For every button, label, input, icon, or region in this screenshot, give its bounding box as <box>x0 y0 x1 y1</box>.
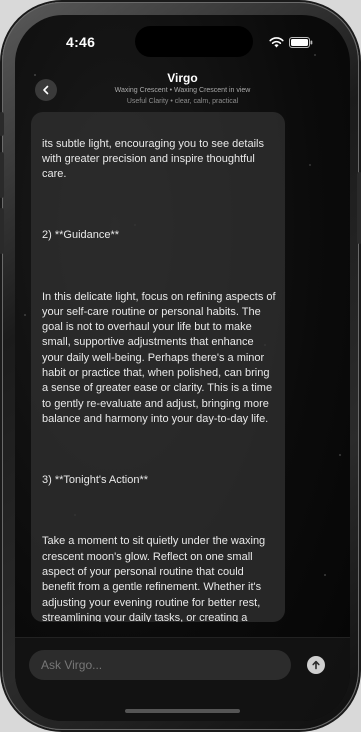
message-heading-guidance: 2) **Guidance** <box>42 229 120 242</box>
status-bar: 4:46 <box>15 15 350 67</box>
composer-bar <box>15 637 350 721</box>
assistant-message-bubble: its subtle light, encouraging you to see… <box>31 112 285 622</box>
home-indicator <box>125 709 240 713</box>
chat-header: Virgo Waxing Crescent • Waxing Crescent … <box>15 67 350 117</box>
action-button <box>0 112 4 136</box>
arrow-up-icon <box>312 660 320 670</box>
volume-up-button <box>0 152 4 198</box>
moon-phase-subtitle: Waxing Crescent • Waxing Crescent in vie… <box>114 87 251 94</box>
volume-down-button <box>0 208 4 254</box>
ask-input[interactable] <box>29 650 291 680</box>
message-heading-action: 3) **Tonight's Action** <box>42 474 149 487</box>
message-paragraph: its subtle light, encouraging you to see… <box>42 137 268 181</box>
dynamic-island <box>135 26 253 57</box>
battery-icon <box>289 37 313 48</box>
message-paragraph: Take a moment to sit quietly under the w… <box>42 535 266 622</box>
tone-tagline: Useful Clarity • clear, calm, practical <box>126 98 239 105</box>
wifi-icon <box>269 37 284 48</box>
status-time: 4:46 <box>66 34 96 50</box>
screen: 4:46 Virgo Waxing Crescent • Waxing Cres… <box>15 15 350 721</box>
chat-title: Virgo <box>167 71 198 85</box>
power-button <box>357 172 361 244</box>
message-text: its subtle light, encouraging you to see… <box>42 112 277 622</box>
send-button[interactable] <box>307 656 325 674</box>
phone-frame: 4:46 Virgo Waxing Crescent • Waxing Cres… <box>0 2 361 730</box>
message-paragraph: In this delicate light, focus on refinin… <box>42 290 279 425</box>
